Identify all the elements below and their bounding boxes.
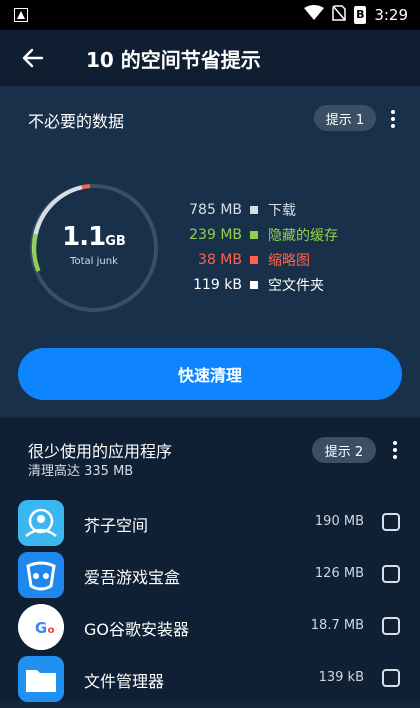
google-installer-icon: G o <box>18 604 64 650</box>
page-title: 10 的空间节省提示 <box>86 48 261 72</box>
total-junk-value: 1.1 <box>62 222 106 252</box>
app-size: 126 MB <box>314 566 364 581</box>
app-row-mustard-space[interactable]: 芥子空间 190 MB <box>0 500 420 552</box>
mustard-space-icon <box>18 500 64 546</box>
tip-1-badge[interactable]: 提示 1 <box>314 105 376 131</box>
app-row-game-box[interactable]: 爱吾游戏宝盒 126 MB <box>0 552 420 604</box>
gauge-segment-thumbnails <box>81 184 91 190</box>
tip-2-badge[interactable]: 提示 2 <box>312 437 376 463</box>
status-bar: B 3:29 <box>0 0 420 30</box>
total-junk-caption: Total junk <box>70 256 118 267</box>
app-row-file-manager[interactable]: 文件管理器 139 kB <box>0 656 420 708</box>
svg-text:o: o <box>48 625 55 636</box>
section-title-unnecessary-data: 不必要的数据 <box>28 112 125 131</box>
app-size: 18.7 MB <box>310 618 364 633</box>
battery-icon: B <box>354 6 367 24</box>
quick-clean-button[interactable]: 快速清理 <box>18 348 402 400</box>
app-row-go-google-installer[interactable]: G o GO谷歌安装器 18.7 MB <box>0 604 420 656</box>
app-header: 10 的空间节省提示 <box>0 30 420 87</box>
legend-item-hidden-cache: 239 MB 隐藏的缓存 <box>189 227 338 244</box>
legend-dot <box>250 256 258 264</box>
no-sim-icon <box>332 5 347 25</box>
svg-text:G: G <box>35 619 47 637</box>
section-subtitle: 清理高达 335 MB <box>28 464 134 479</box>
app-name: 爱吾游戏宝盒 <box>84 568 181 587</box>
app-size: 139 kB <box>318 670 364 685</box>
more-menu-icon[interactable] <box>390 110 396 131</box>
app-checkbox[interactable] <box>382 617 400 635</box>
more-menu-icon[interactable] <box>392 441 398 462</box>
legend-dot <box>250 281 258 289</box>
app-name: GO谷歌安装器 <box>84 620 189 639</box>
app-checkbox[interactable] <box>382 669 400 687</box>
legend-item-thumbnails: 38 MB 缩略图 <box>198 252 310 269</box>
legend-item-empty-folders: 119 kB 空文件夹 <box>193 277 324 294</box>
game-box-icon <box>18 552 64 598</box>
section-title-rarely-used-apps: 很少使用的应用程序 <box>28 442 173 461</box>
clock: 3:29 <box>374 6 408 24</box>
back-button[interactable] <box>20 46 46 70</box>
notification-icon <box>14 7 28 26</box>
app-checkbox[interactable] <box>382 513 400 531</box>
gauge-center: 1.1GB Total junk <box>24 222 164 267</box>
folder-icon <box>18 656 64 702</box>
app-size: 190 MB <box>314 514 364 529</box>
legend-item-downloads: 785 MB 下载 <box>189 202 296 219</box>
legend-dot <box>250 231 258 239</box>
app-checkbox[interactable] <box>382 565 400 583</box>
back-arrow-icon <box>22 48 44 68</box>
wifi-icon <box>304 5 325 25</box>
app-name: 文件管理器 <box>84 672 165 691</box>
app-name: 芥子空间 <box>84 516 149 535</box>
total-junk-unit: GB <box>105 234 126 249</box>
legend-dot <box>250 206 258 214</box>
